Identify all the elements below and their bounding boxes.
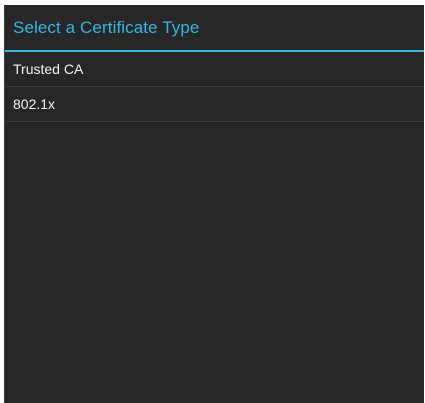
dialog-title: Select a Certificate Type: [13, 17, 200, 37]
certificate-type-list: Trusted CA 802.1x: [5, 52, 424, 122]
list-item-label: Trusted CA: [13, 61, 84, 77]
list-item-trusted-ca[interactable]: Trusted CA: [5, 52, 424, 87]
certificate-type-dialog: Select a Certificate Type Trusted CA 802…: [4, 5, 424, 403]
list-item-802-1x[interactable]: 802.1x: [5, 87, 424, 122]
dialog-header: Select a Certificate Type: [5, 5, 424, 50]
list-item-label: 802.1x: [13, 96, 56, 112]
